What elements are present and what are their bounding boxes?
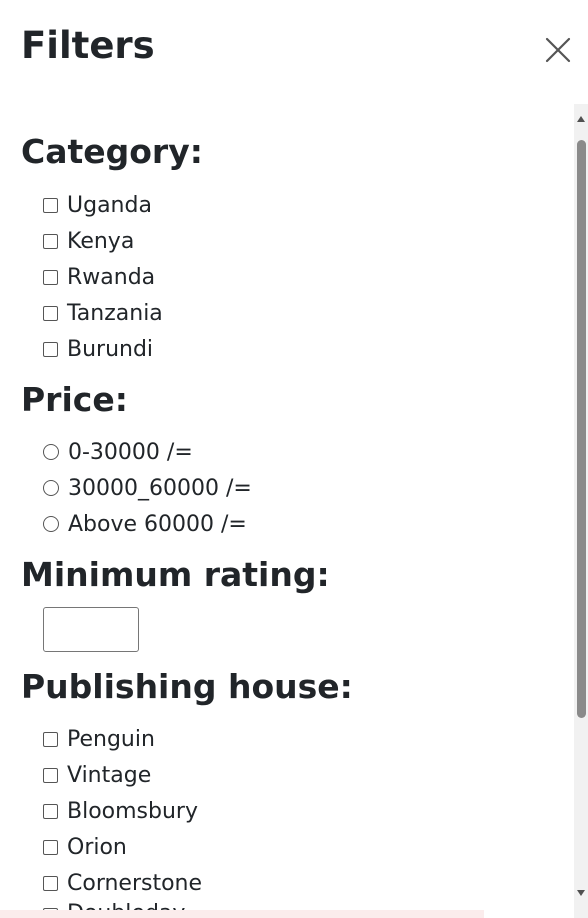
publisher-heading: Publishing house: — [21, 667, 353, 706]
bottom-notification-strip — [0, 910, 484, 918]
publisher-checkbox[interactable] — [43, 875, 58, 891]
category-checkbox[interactable] — [43, 197, 58, 213]
option-label: Above 60000 /= — [68, 511, 247, 537]
option-label: Bloomsbury — [67, 798, 198, 824]
category-option-rwanda[interactable]: Rwanda — [43, 263, 155, 291]
filters-scroll-area[interactable]: Category: Uganda Kenya Rwanda Tanzania B… — [0, 104, 588, 918]
publisher-option-bloomsbury[interactable]: Bloomsbury — [43, 797, 198, 825]
publisher-checkbox[interactable] — [43, 803, 58, 819]
publisher-checkbox[interactable] — [43, 767, 58, 783]
vertical-scrollbar[interactable] — [574, 104, 588, 918]
category-option-kenya[interactable]: Kenya — [43, 227, 134, 255]
publisher-checkbox[interactable] — [43, 731, 58, 747]
price-option-low[interactable]: 0-30000 /= — [43, 438, 193, 466]
scroll-down-arrow-icon[interactable] — [574, 886, 588, 900]
option-label: Kenya — [67, 228, 135, 254]
price-radio[interactable] — [43, 516, 59, 532]
category-option-tanzania[interactable]: Tanzania — [43, 299, 163, 327]
rating-heading: Minimum rating: — [21, 555, 330, 594]
option-label: Orion — [67, 834, 127, 860]
publisher-option-vintage[interactable]: Vintage — [43, 761, 151, 789]
option-label: Rwanda — [67, 264, 156, 290]
option-label: Cornerstone — [67, 870, 203, 896]
publisher-option-cornerstone[interactable]: Cornerstone — [43, 869, 202, 897]
option-label: Penguin — [67, 726, 155, 752]
publisher-option-penguin[interactable]: Penguin — [43, 725, 155, 753]
category-checkbox[interactable] — [43, 269, 58, 285]
scrollbar-thumb[interactable] — [577, 140, 586, 718]
category-checkbox[interactable] — [43, 305, 58, 321]
category-checkbox[interactable] — [43, 341, 58, 357]
price-option-mid[interactable]: 30000_60000 /= — [43, 474, 252, 502]
option-label: Uganda — [67, 192, 152, 218]
close-icon — [545, 37, 571, 63]
price-heading: Price: — [21, 380, 128, 419]
option-label: Burundi — [67, 336, 154, 362]
publisher-checkbox[interactable] — [43, 839, 58, 855]
publisher-option-orion[interactable]: Orion — [43, 833, 127, 861]
category-heading: Category: — [21, 132, 203, 171]
minimum-rating-input[interactable] — [43, 607, 139, 652]
price-radio[interactable] — [43, 444, 59, 460]
scroll-up-arrow-icon[interactable] — [574, 112, 588, 126]
option-label: 30000_60000 /= — [68, 475, 252, 501]
panel-title: Filters — [21, 24, 155, 67]
option-label: 0-30000 /= — [68, 439, 193, 465]
price-radio[interactable] — [43, 480, 59, 496]
category-checkbox[interactable] — [43, 233, 58, 249]
close-button[interactable] — [540, 32, 576, 68]
option-label: Vintage — [67, 762, 152, 788]
category-option-burundi[interactable]: Burundi — [43, 335, 153, 363]
option-label: Tanzania — [67, 300, 163, 326]
price-option-high[interactable]: Above 60000 /= — [43, 510, 247, 538]
category-option-uganda[interactable]: Uganda — [43, 191, 152, 219]
